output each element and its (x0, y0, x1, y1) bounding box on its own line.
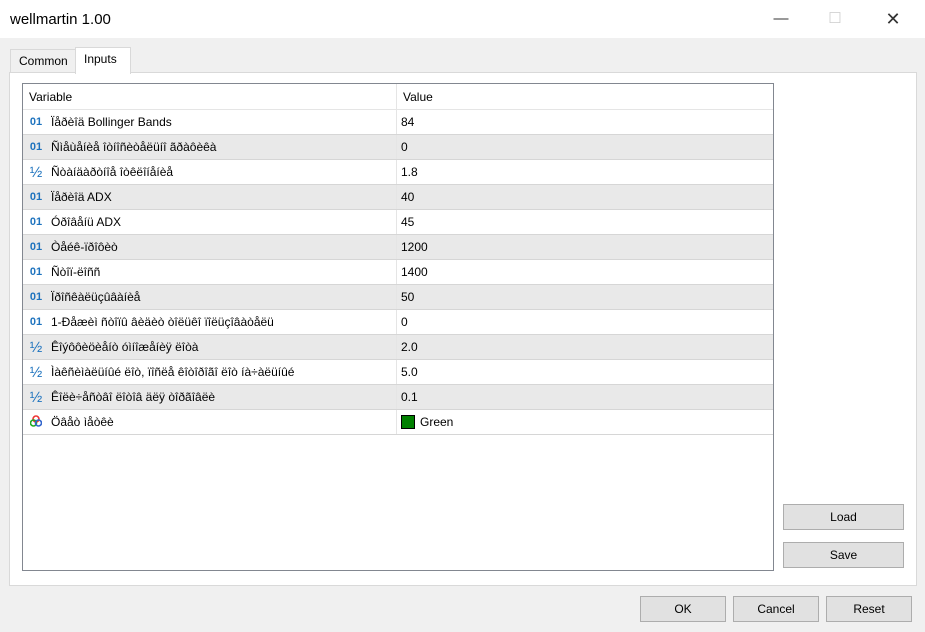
integer-icon: 01 (29, 266, 43, 278)
value-cell[interactable]: 0.1 (397, 385, 773, 409)
variable-name: Óðîâåíü ADX (51, 215, 122, 229)
tab-inputs[interactable]: Inputs (75, 47, 131, 74)
variable-cell: 01 Ïåðèîä ADX (23, 185, 397, 209)
variable-name: Òåéê-ïðîôèò (51, 240, 118, 254)
variable-name: Êîýôôèöèåíò óìíîæåíèÿ ëîòà (51, 340, 199, 354)
variable-cell: 01 Ïåðèîä Bollinger Bands (23, 110, 397, 134)
variable-cell: ½ Ñòàíäàðòíîå îòêëîíåíèå (23, 160, 397, 184)
value-cell[interactable]: 50 (397, 285, 773, 309)
value-cell[interactable]: 0 (397, 135, 773, 159)
variable-cell: Öâåò ìåòêè (23, 410, 397, 434)
minimize-button[interactable]: — (758, 4, 804, 34)
color-icon (25, 414, 47, 430)
table-row[interactable]: ½ Êîëè÷åñòâî ëîòîâ äëÿ òîðãîâëè 0.1 (23, 385, 773, 410)
value-text: 1.8 (401, 165, 418, 179)
value-cell[interactable]: 40 (397, 185, 773, 209)
integer-icon: 01 (29, 116, 43, 128)
value-cell[interactable]: 1200 (397, 235, 773, 259)
fraction-icon: ½ (29, 363, 43, 381)
value-cell[interactable]: 1400 (397, 260, 773, 284)
value-cell[interactable]: 45 (397, 210, 773, 234)
value-text: 84 (401, 115, 415, 129)
variable-name: Ñìåùåíèå îòíîñèòåëüíî ãðàôèêà (51, 140, 217, 154)
table-row[interactable]: 01 Ñìåùåíèå îòíîñèòåëüíî ãðàôèêà 0 (23, 135, 773, 160)
inputs-table: Variable Value 01 Ïåðèîä Bollinger Bands 8… (22, 83, 774, 571)
value-cell[interactable]: Green (397, 410, 773, 434)
inputs-panel: Variable Value 01 Ïåðèîä Bollinger Bands 8… (9, 72, 917, 586)
fraction-icon: ½ (29, 338, 43, 356)
variable-name: Ìàêñèìàëüíûé ëîò, ïîñëå êîòîðîãî ëîò íà÷… (51, 365, 295, 379)
table-row[interactable]: ½ Êîýôôèöèåíò óìíîæåíèÿ ëîòà 2.0 (23, 335, 773, 360)
value-text: 0 (401, 140, 408, 154)
variable-name: 1-Ðåæèì ñòîïû âèäèò òîëüêî ïîëüçîâàòåëü (51, 315, 274, 329)
table-row[interactable]: 01 Óðîâåíü ADX 45 (23, 210, 773, 235)
load-button[interactable]: Load (783, 504, 904, 530)
table-row[interactable]: Öâåò ìåòêè Green (23, 410, 773, 435)
variable-name: Öâåò ìåòêè (51, 415, 114, 429)
cancel-button[interactable]: Cancel (733, 596, 819, 622)
value-text: Green (420, 415, 454, 429)
integer-icon: 01 (29, 316, 43, 328)
window-title: wellmartin 1.00 (10, 11, 111, 28)
value-text: 45 (401, 215, 415, 229)
variable-cell: 01 Ñòîï-ëîññ (23, 260, 397, 284)
value-text: 2.0 (401, 340, 418, 354)
variable-cell: 01 1-Ðåæèì ñòîïû âèäèò òîëüêî ïîëüçîâàòåë… (23, 310, 397, 334)
variable-name: Ïðîñêàëüçûâàíèå (51, 290, 141, 304)
fraction-icon: ½ (29, 388, 43, 406)
table-row[interactable]: 01 Ñòîï-ëîññ 1400 (23, 260, 773, 285)
header-variable[interactable]: Variable (23, 84, 397, 109)
table-row[interactable]: 01 1-Ðåæèì ñòîïû âèäèò òîëüêî ïîëüçîâàòåë… (23, 310, 773, 335)
value-text: 0.1 (401, 390, 418, 404)
variable-cell: ½ Êîëè÷åñòâî ëîòîâ äëÿ òîðãîâëè (23, 385, 397, 409)
table-row[interactable]: 01 Ïåðèîä Bollinger Bands 84 (23, 110, 773, 135)
table-row[interactable]: 01 Òåéê-ïðîôèò 1200 (23, 235, 773, 260)
integer-icon: 01 (29, 191, 43, 203)
value-text: 50 (401, 290, 415, 304)
table-row[interactable]: 01 Ïåðèîä ADX 40 (23, 185, 773, 210)
save-button[interactable]: Save (783, 542, 904, 568)
value-text: 5.0 (401, 365, 418, 379)
value-cell[interactable]: 2.0 (397, 335, 773, 359)
variable-name: Ñòîï-ëîññ (51, 265, 101, 279)
variable-name: Êîëè÷åñòâî ëîòîâ äëÿ òîðãîâëè (51, 390, 216, 404)
table-row[interactable]: ½ Ìàêñèìàëüíûé ëîò, ïîñëå êîòîðîãî ëîò íà… (23, 360, 773, 385)
value-text: 1400 (401, 265, 428, 279)
variable-cell: 01 Òåéê-ïðîôèò (23, 235, 397, 259)
variable-cell: 01 Óðîâåíü ADX (23, 210, 397, 234)
title-bar: wellmartin 1.00 — ☐ ✕ (0, 0, 925, 38)
reset-button[interactable]: Reset (826, 596, 912, 622)
variable-cell: 01 Ïðîñêàëüçûâàíèå (23, 285, 397, 309)
table-row[interactable]: ½ Ñòàíäàðòíîå îòêëîíåíèå 1.8 (23, 160, 773, 185)
close-button[interactable]: ✕ (870, 4, 916, 34)
value-text: 40 (401, 190, 415, 204)
variable-name: Ïåðèîä Bollinger Bands (51, 115, 172, 129)
value-cell[interactable]: 0 (397, 310, 773, 334)
variable-cell: ½ Ìàêñèìàëüíûé ëîò, ïîñëå êîòîðîãî ëîò íà… (23, 360, 397, 384)
value-cell[interactable]: 5.0 (397, 360, 773, 384)
tab-common[interactable]: Common (10, 49, 76, 73)
value-cell[interactable]: 84 (397, 110, 773, 134)
value-cell[interactable]: 1.8 (397, 160, 773, 184)
integer-icon: 01 (29, 216, 43, 228)
table-header: Variable Value (23, 84, 773, 110)
variable-cell: 01 Ñìåùåíèå îòíîñèòåëüíî ãðàôèêà (23, 135, 397, 159)
maximize-button[interactable]: ☐ (812, 4, 858, 34)
variable-name: Ïåðèîä ADX (51, 190, 112, 204)
variable-name: Ñòàíäàðòíîå îòêëîíåíèå (51, 165, 174, 179)
variable-cell: ½ Êîýôôèöèåíò óìíîæåíèÿ ëîòà (23, 335, 397, 359)
table-row[interactable]: 01 Ïðîñêàëüçûâàíèå 50 (23, 285, 773, 310)
value-text: 1200 (401, 240, 428, 254)
value-text: 0 (401, 315, 408, 329)
header-value[interactable]: Value (397, 84, 773, 109)
integer-icon: 01 (29, 141, 43, 153)
fraction-icon: ½ (29, 163, 43, 181)
ok-button[interactable]: OK (640, 596, 726, 622)
integer-icon: 01 (29, 291, 43, 303)
color-swatch (401, 415, 415, 429)
integer-icon: 01 (29, 241, 43, 253)
